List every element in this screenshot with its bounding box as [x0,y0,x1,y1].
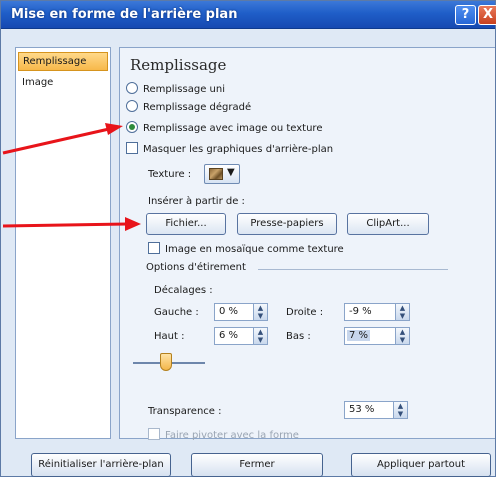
arrowhead-1 [105,123,123,135]
arrow-line-1 [2,127,110,155]
red-arrow-icon [2,123,123,155]
arrowhead-2 [125,217,141,231]
format-background-dialog: Mise en forme de l'arrière plan ? X Remp… [0,0,496,477]
annotation-arrows [2,123,141,231]
red-arrow-icon [2,217,141,231]
arrow-line-2 [2,222,128,228]
